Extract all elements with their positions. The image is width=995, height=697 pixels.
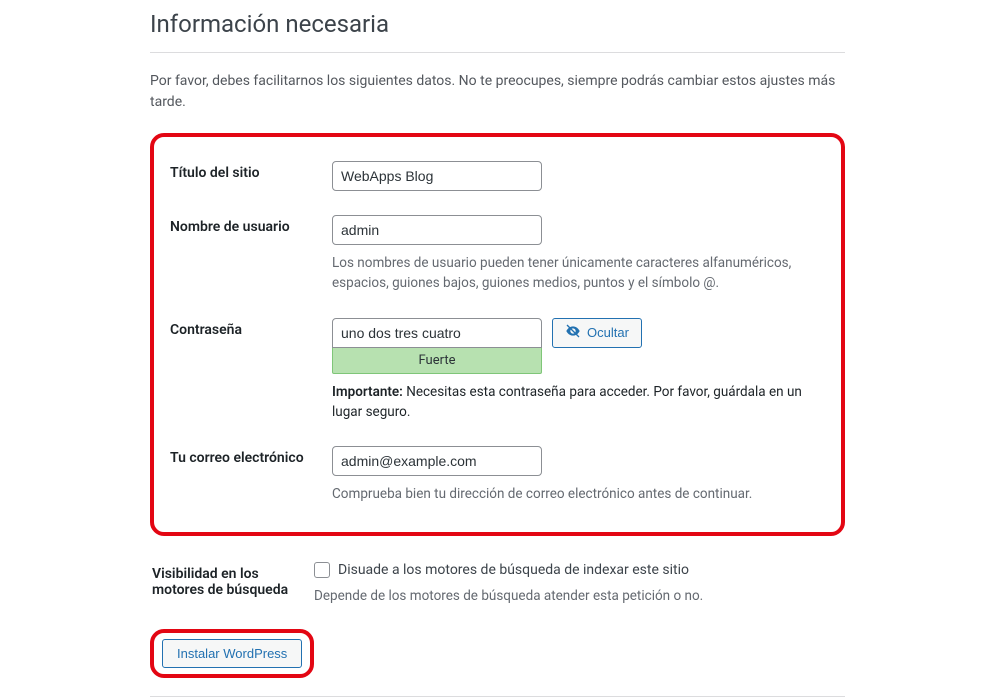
divider-bottom bbox=[150, 696, 845, 697]
form-highlight-box: Título del sitio Nombre de usuario Los n… bbox=[150, 133, 845, 536]
site-title-input[interactable] bbox=[332, 161, 542, 191]
username-label: Nombre de usuario bbox=[170, 207, 330, 308]
hide-password-button[interactable]: Ocultar bbox=[552, 318, 642, 348]
visibility-checkbox-label: Disuade a los motores de búsqueda de ind… bbox=[338, 562, 689, 578]
visibility-label: Visibilidad en los motores de búsqueda bbox=[152, 554, 312, 620]
email-input[interactable] bbox=[332, 446, 542, 476]
email-label: Tu correo electrónico bbox=[170, 438, 330, 518]
email-hint: Comprueba bien tu dirección de correo el… bbox=[332, 484, 825, 504]
password-label: Contraseña bbox=[170, 310, 330, 437]
submit-highlight-box: Instalar WordPress bbox=[150, 629, 314, 678]
username-hint: Los nombres de usuario pueden tener únic… bbox=[332, 253, 825, 294]
password-strength: Fuerte bbox=[332, 348, 542, 374]
visibility-checkbox[interactable] bbox=[314, 562, 330, 578]
visibility-hint: Depende de los motores de búsqueda atend… bbox=[314, 586, 843, 606]
divider bbox=[150, 52, 845, 53]
eye-off-icon bbox=[565, 323, 581, 342]
password-important: Importante: Necesitas esta contraseña pa… bbox=[332, 382, 825, 423]
hide-password-label: Ocultar bbox=[587, 325, 629, 340]
page-heading: Información necesaria bbox=[150, 10, 845, 38]
password-input[interactable] bbox=[332, 318, 542, 348]
site-title-label: Título del sitio bbox=[170, 153, 330, 205]
password-important-label: Importante: bbox=[332, 384, 403, 400]
username-input[interactable] bbox=[332, 215, 542, 245]
install-button[interactable]: Instalar WordPress bbox=[162, 639, 302, 668]
password-important-text: Necesitas esta contraseña para acceder. … bbox=[332, 384, 802, 420]
intro-text: Por favor, debes facilitarnos los siguie… bbox=[150, 71, 845, 113]
